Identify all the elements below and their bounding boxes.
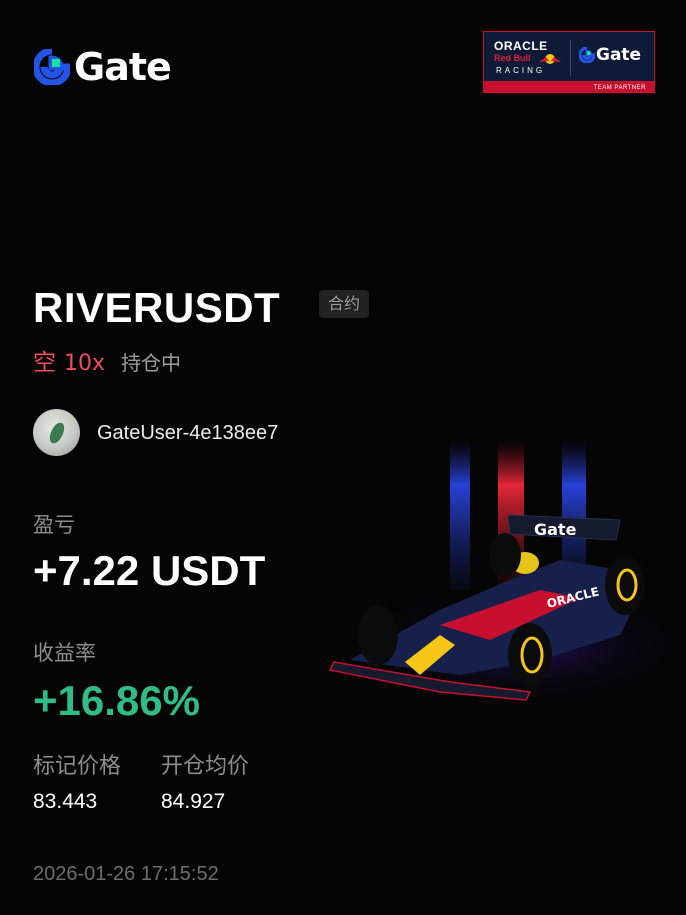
partner-gate-text: Gate — [596, 45, 642, 65]
brand-name: Gate — [74, 45, 172, 89]
partner-gate-logo: Gate — [579, 45, 641, 65]
entry-price-label: 开仓均价 — [161, 754, 250, 779]
partner-divider — [570, 40, 571, 76]
avatar — [33, 409, 80, 456]
position-status: 持仓中 — [121, 351, 182, 375]
roi-value: +16.86% — [33, 677, 200, 724]
wheel — [358, 605, 398, 665]
partner-strip: TEAM PARTNER — [484, 81, 654, 92]
gate-logo-icon — [34, 49, 70, 85]
wheel — [489, 533, 521, 577]
wheel — [605, 555, 645, 615]
pnl-label: 盈亏 — [33, 513, 75, 537]
red-bull-icon — [539, 54, 561, 64]
car-gate-text: Gate — [534, 520, 577, 539]
brand-logo: Gate — [34, 44, 172, 90]
entry-price-value: 84.927 — [161, 790, 226, 813]
gate-logo-icon — [579, 47, 595, 63]
position-side: 空 — [33, 350, 56, 376]
team-partner-label: TEAM PARTNER — [593, 85, 646, 91]
avatar-leaf-icon — [47, 420, 67, 446]
contract-tag: 合约 — [319, 290, 370, 318]
username: GateUser-4e138ee7 — [97, 422, 279, 444]
position-summary: 空 10x 持仓中 — [33, 343, 181, 377]
partner-oracle-text: ORACLE — [494, 39, 548, 53]
light-beam — [450, 440, 470, 590]
partner-racing-text: RACING — [496, 66, 546, 75]
symbol-title: RIVERUSDT — [33, 284, 281, 331]
pnl-value: +7.22 USDT — [33, 547, 266, 594]
mark-price-label: 标记价格 — [33, 754, 122, 779]
team-partner-badge: ORACLE Red Bull RACING Gate TEAM PARTNER — [483, 31, 655, 93]
wheel — [508, 623, 552, 687]
partner-redbull-text: Red Bull — [494, 53, 531, 63]
race-car-illustration: Gate ORACLE — [328, 440, 686, 705]
mark-price-value: 83.443 — [33, 790, 98, 813]
roi-label: 收益率 — [33, 641, 96, 665]
timestamp: 2026-01-26 17:15:52 — [33, 863, 219, 885]
leverage-value: 10x — [64, 351, 106, 376]
